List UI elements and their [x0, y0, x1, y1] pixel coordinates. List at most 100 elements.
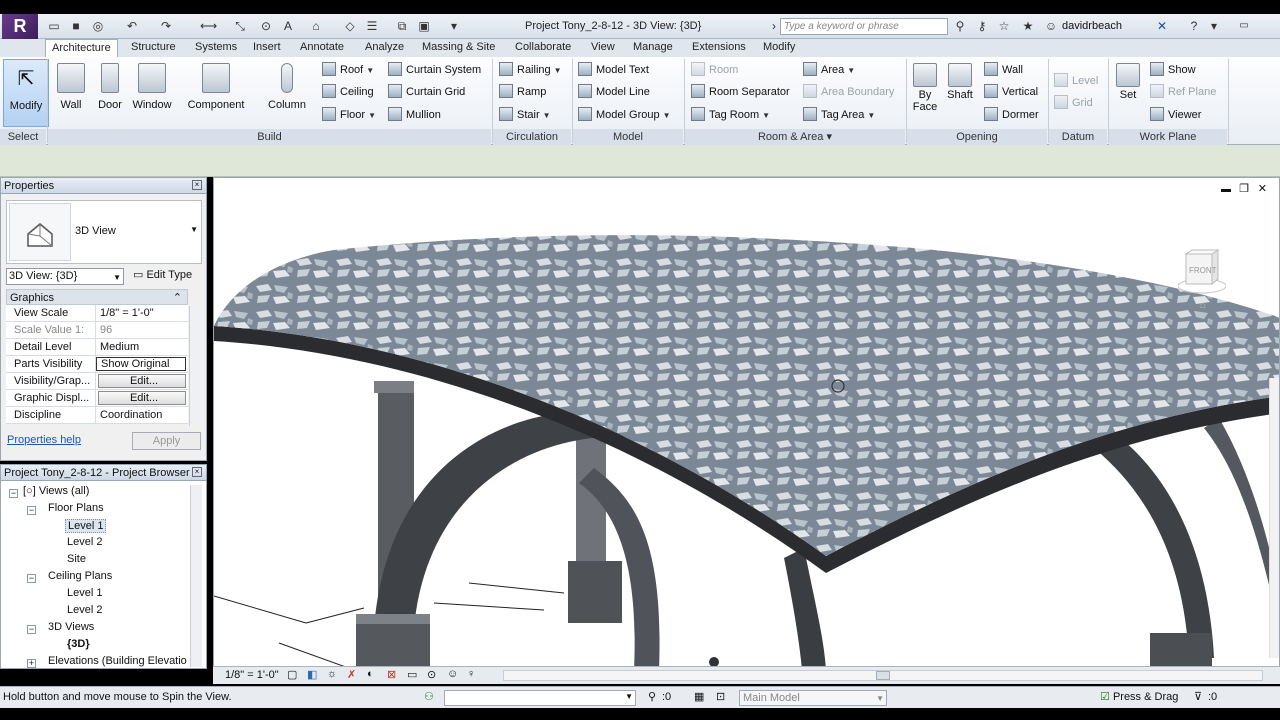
curtain-grid-button[interactable]: Curtain Grid [388, 82, 465, 102]
roof-button[interactable]: Roof ▼ [322, 60, 374, 80]
temporary-hide-icon[interactable]: ☺ [447, 668, 458, 680]
close-icon[interactable]: × [192, 180, 202, 190]
tab-analyze[interactable]: Analyze [365, 41, 404, 53]
undo-icon[interactable]: ↶ [124, 18, 140, 34]
wall-opening-button[interactable]: Wall [984, 60, 1023, 80]
properties-help-link[interactable]: Properties help [7, 434, 81, 446]
area-button[interactable]: Area ▼ [803, 60, 855, 80]
room-button[interactable]: Room [691, 60, 738, 80]
edit-button[interactable]: Edit... [98, 374, 186, 388]
tab-modify[interactable]: Modify [763, 41, 795, 53]
mullion-button[interactable]: Mullion [388, 105, 441, 125]
collapse-toggle-icon[interactable]: − [9, 489, 18, 498]
view-scale[interactable]: 1/8" = 1'-0" [225, 669, 279, 681]
prop-row-parts-visibility[interactable]: Parts Visibility Show Original [6, 356, 188, 373]
column-button[interactable]: Column [262, 59, 312, 127]
qat-dropdown-icon[interactable]: ▾ [446, 18, 462, 34]
floor-button[interactable]: Floor ▼ [322, 105, 376, 125]
detail-level-icon[interactable]: ▢ [287, 668, 297, 681]
modify-button[interactable]: ⇱ Modify [3, 59, 49, 127]
design-options-icon[interactable]: ▦ [694, 690, 704, 703]
subscription-icon[interactable]: ⚷ [974, 18, 990, 34]
tree-item-site[interactable]: Site [67, 553, 86, 565]
home-icon[interactable]: ⌂ [1200, 300, 1206, 311]
minimize-ribbon-icon[interactable]: ▭ [1236, 18, 1252, 34]
3d-view-canvas[interactable]: ▬ ❐ ✕ FRONT ⌂ [213, 177, 1280, 669]
tab-massing-site[interactable]: Massing & Site [422, 41, 495, 53]
window-button[interactable]: Window [129, 59, 175, 127]
binoculars-icon[interactable]: ⚲ [952, 18, 968, 34]
show-work-plane-button[interactable]: Show [1150, 60, 1196, 80]
tree-item-floor-plans[interactable]: Floor Plans [48, 502, 104, 514]
favorites-icon[interactable]: ★ [1020, 18, 1036, 34]
apply-button[interactable]: Apply [132, 432, 201, 450]
redo-icon[interactable]: ↷ [158, 18, 174, 34]
ceiling-button[interactable]: Ceiling [322, 82, 374, 102]
viewcube[interactable]: FRONT [1177, 246, 1227, 294]
prop-value[interactable]: Show Original [96, 357, 186, 371]
thin-lines-icon[interactable]: ☰ [364, 18, 380, 34]
filter-icon[interactable]: ⊽ [1194, 690, 1202, 703]
press-drag-toggle[interactable]: ☑ Press & Drag [1100, 690, 1178, 703]
tree-item-ceiling-plans[interactable]: Ceiling Plans [48, 570, 112, 582]
default-3d-view-icon[interactable]: ⌂ [308, 18, 324, 34]
prop-row-visibility-graphics[interactable]: Visibility/Grap... Edit... [6, 373, 188, 390]
section-icon[interactable]: ◇ [342, 18, 358, 34]
edit-type-button[interactable]: ▭ Edit Type [133, 268, 192, 281]
exchange-apps-icon[interactable]: ✕ [1154, 18, 1170, 34]
shadows-icon[interactable]: ✗ [347, 668, 356, 681]
tree-item-floor-level-2[interactable]: Level 2 [67, 536, 102, 548]
prop-value[interactable]: 1/8" = 1'-0" [96, 305, 188, 321]
panel-title-room-area[interactable]: Room & Area ▾ [685, 129, 905, 145]
restore-view-icon[interactable]: ❐ [1239, 182, 1249, 195]
tab-systems[interactable]: Systems [195, 41, 237, 53]
crop-view-icon[interactable]: ⊠ [387, 668, 396, 681]
horizontal-scrollbar[interactable] [503, 670, 1263, 681]
user-icon[interactable]: ☺ [1043, 18, 1059, 34]
save-icon[interactable]: ■ [68, 18, 84, 34]
tree-item-3d[interactable]: {3D} [67, 638, 90, 650]
curtain-system-button[interactable]: Curtain System [388, 60, 481, 80]
help-icon[interactable]: ? [1186, 18, 1202, 34]
area-boundary-button[interactable]: Area Boundary [803, 82, 894, 102]
edit-button[interactable]: Edit... [98, 391, 186, 405]
sync-icon[interactable]: ◎ [90, 18, 106, 34]
model-line-button[interactable]: Model Line [578, 82, 650, 102]
search-input[interactable]: Type a keyword or phrase [780, 18, 948, 35]
tab-view[interactable]: View [591, 41, 615, 53]
room-separator-button[interactable]: Room Separator [691, 82, 790, 102]
visual-style-icon[interactable]: ◧ [307, 668, 317, 681]
tree-item-views-all[interactable]: [○] Views (all) [23, 485, 89, 497]
help-dropdown-icon[interactable]: ▾ [1206, 18, 1222, 34]
prop-row-detail-level[interactable]: Detail Level Medium [6, 339, 188, 356]
level-button[interactable]: Level [1054, 71, 1098, 91]
properties-scrollbar[interactable] [189, 306, 201, 426]
tree-item-ceiling-level-2[interactable]: Level 2 [67, 604, 102, 616]
design-option-dropdown[interactable]: Main Model ▼ [739, 690, 887, 706]
tab-annotate[interactable]: Annotate [300, 41, 344, 53]
ref-plane-button[interactable]: Ref Plane [1150, 82, 1216, 102]
ramp-button[interactable]: Ramp [499, 82, 546, 102]
scroll-thumb[interactable] [876, 671, 890, 680]
railing-button[interactable]: Railing ▼ [499, 60, 562, 80]
viewer-button[interactable]: Viewer [1150, 105, 1201, 125]
model-text-button[interactable]: Model Text [578, 60, 649, 80]
close-icon[interactable]: × [192, 467, 202, 477]
switch-windows-icon[interactable]: ▣ [416, 18, 432, 34]
show-rendering-icon[interactable]: ◐ [367, 668, 374, 680]
tab-structure[interactable]: Structure [131, 41, 176, 53]
close-view-icon[interactable]: ✕ [1258, 182, 1267, 195]
tab-manage[interactable]: Manage [633, 41, 673, 53]
by-face-button[interactable]: By Face [908, 59, 942, 127]
active-workset-dropdown[interactable]: ▼ [444, 690, 636, 706]
set-work-plane-button[interactable]: Set [1111, 59, 1145, 127]
group-header-graphics[interactable]: Graphics ⌃ [6, 289, 188, 305]
shaft-button[interactable]: Shaft [943, 59, 977, 127]
grid-button[interactable]: Grid [1054, 93, 1093, 113]
minimize-view-icon[interactable]: ▬ [1221, 184, 1231, 195]
close-hidden-icon[interactable]: ⧉ [394, 18, 410, 34]
browser-scrollbar[interactable] [190, 485, 202, 667]
tree-item-3d-views[interactable]: 3D Views [48, 621, 94, 633]
crop-region-icon[interactable]: ▭ [407, 668, 417, 681]
tag-area-button[interactable]: Tag Area ▼ [803, 105, 875, 125]
